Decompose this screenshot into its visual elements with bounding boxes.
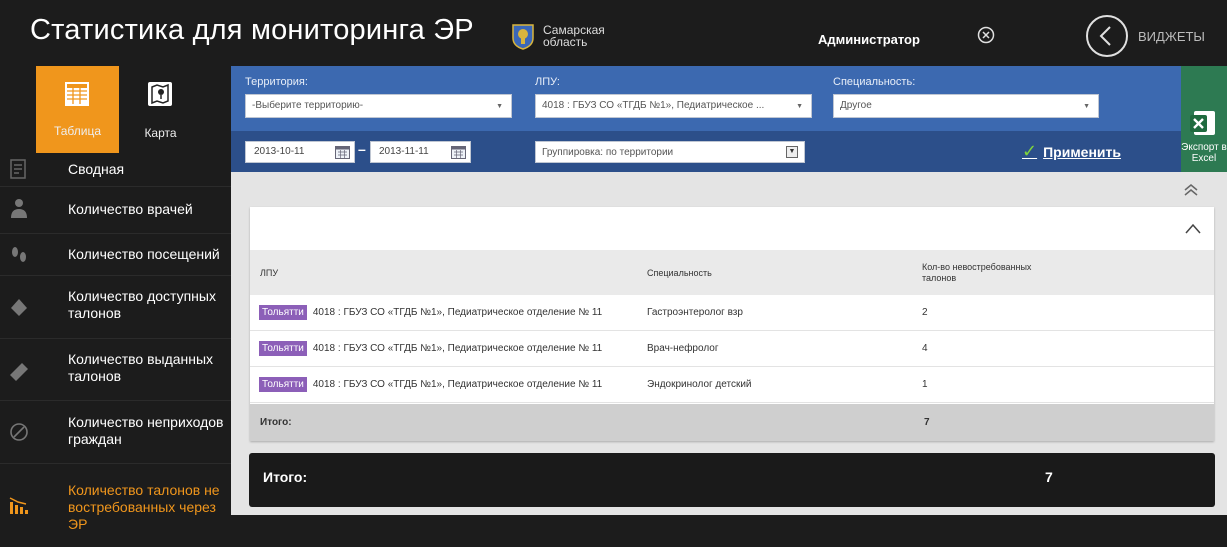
- grand-total-value: 7: [1045, 469, 1053, 485]
- territory-select[interactable]: -Выберите территорию- ▼: [245, 94, 512, 118]
- sidebar-item-issued-tickets[interactable]: Количество выданных талонов: [0, 339, 231, 401]
- specialty-cell: Врач-нефролог: [647, 343, 719, 354]
- sidebar-item-label: Количество неприходов граждан: [68, 414, 224, 447]
- sidebar-item-visits[interactable]: Количество посещений: [0, 234, 231, 276]
- city-badge: Тольятти: [259, 305, 307, 320]
- collapse-all-icon[interactable]: [1183, 182, 1199, 198]
- total-value: 7: [924, 417, 930, 428]
- lpu-cell: 4018 : ГБУЗ СО «ТГДБ №1», Педиатрическое…: [312, 379, 603, 390]
- specialty-value: Другое: [840, 100, 872, 111]
- tab-table[interactable]: Таблица: [36, 66, 119, 153]
- sidebar-item-summary[interactable]: Сводная: [0, 153, 231, 187]
- calendar-icon[interactable]: [451, 145, 466, 159]
- column-header-specialty[interactable]: Специальность: [647, 268, 712, 278]
- widgets-link[interactable]: ВИДЖЕТЫ: [1138, 29, 1205, 44]
- sidebar-item-label: Количество талонов не востребованных чер…: [68, 482, 220, 532]
- back-button[interactable]: [1086, 15, 1128, 57]
- table-row[interactable]: Тольятти 4018 : ГБУЗ СО «ТГДБ №1», Педиат…: [250, 331, 1214, 367]
- grouping-select[interactable]: Группировка: по территории ▼: [535, 141, 805, 163]
- table-icon: [65, 82, 89, 106]
- date-range-separator: –: [358, 141, 366, 157]
- sidebar-item-label: Количество посещений: [68, 246, 220, 262]
- doctor-icon: [11, 199, 27, 218]
- summary-icon: [10, 159, 26, 179]
- lpu-label: ЛПУ:: [535, 76, 560, 88]
- lpu-cell: 4018 : ГБУЗ СО «ТГДБ №1», Педиатрическое…: [312, 343, 603, 354]
- lpu-cell: 4018 : ГБУЗ СО «ТГДБ №1», Педиатрическое…: [312, 307, 603, 318]
- date-from-value: 2013-10-11: [254, 146, 305, 157]
- count-cell: 4: [922, 343, 928, 354]
- sidebar: Таблица Карта Сводная Количество врачей: [0, 66, 231, 547]
- table-header: ЛПУ Специальность Кол-во невостребованны…: [250, 250, 1214, 295]
- specialty-label: Специальность:: [833, 76, 916, 88]
- lpu-value: 4018 : ГБУЗ СО «ТГДБ №1», Педиатрическое…: [542, 100, 765, 111]
- count-cell: 1: [922, 379, 928, 390]
- date-from-field[interactable]: 2013-10-11: [245, 141, 355, 163]
- dropdown-arrow-icon: ▼: [1083, 103, 1090, 110]
- sidebar-item-no-shows[interactable]: Количество неприходов граждан: [0, 401, 231, 464]
- total-label: Итого:: [260, 417, 292, 428]
- app-title: Статистика для мониторинга ЭР: [30, 14, 474, 46]
- specialty-select[interactable]: Другое ▼: [833, 94, 1099, 118]
- count-cell: 2: [922, 307, 928, 318]
- apply-button[interactable]: ✓ Применить: [1022, 141, 1121, 162]
- unclaimed-chart-icon: [9, 497, 28, 514]
- export-label: Экспорт в Excel: [1181, 142, 1227, 164]
- sidebar-item-doctors[interactable]: Количество врачей: [0, 187, 231, 234]
- sidebar-item-unclaimed-tickets[interactable]: Количество талонов не востребованных чер…: [0, 464, 231, 542]
- logout-icon[interactable]: [977, 26, 995, 44]
- sidebar-nav: Сводная Количество врачей Количество пос…: [0, 153, 231, 542]
- bottom-strip: [231, 515, 1227, 547]
- specialty-cell: Гастроэнтеролог взр: [647, 307, 743, 318]
- date-to-value: 2013-11-11: [379, 146, 429, 157]
- city-badge: Тольятти: [259, 377, 307, 392]
- tab-map[interactable]: Карта: [119, 66, 202, 153]
- region-name: Самарская область: [543, 23, 605, 49]
- grand-total-label: Итого:: [263, 469, 308, 485]
- dropdown-arrow-icon: ▼: [786, 146, 798, 158]
- sidebar-item-label: Количество врачей: [68, 201, 193, 217]
- map-icon: [148, 82, 172, 106]
- ticket-issued-icon: [10, 363, 28, 381]
- date-to-field[interactable]: 2013-11-11: [370, 141, 471, 163]
- region-info: Самарская область: [511, 22, 613, 50]
- table-total-row: Итого: 7: [250, 404, 1214, 441]
- city-badge: Тольятти: [259, 341, 307, 356]
- dropdown-arrow-icon: ▼: [796, 103, 803, 110]
- excel-icon: [1190, 111, 1215, 135]
- lpu-select[interactable]: 4018 : ГБУЗ СО «ТГДБ №1», Педиатрическое…: [535, 94, 812, 118]
- ticket-icon: [11, 299, 27, 316]
- export-excel-button[interactable]: Экспорт в Excel: [1181, 66, 1227, 172]
- chevron-up-icon[interactable]: [1184, 220, 1202, 238]
- sidebar-item-available-tickets[interactable]: Количество доступных талонов: [0, 276, 231, 339]
- tab-table-label: Таблица: [53, 124, 102, 138]
- tab-map-label: Карта: [144, 126, 177, 140]
- region-emblem-icon: [512, 24, 534, 50]
- sidebar-item-label: Сводная: [68, 161, 125, 177]
- specialty-cell: Эндокринолог детский: [647, 379, 752, 390]
- no-show-icon: [10, 423, 28, 441]
- sidebar-item-label: Количество доступных талонов: [68, 288, 216, 321]
- user-name[interactable]: Администратор: [818, 32, 920, 47]
- column-header-lpu[interactable]: ЛПУ: [260, 268, 278, 278]
- app-header: Статистика для мониторинга ЭР Самарская …: [0, 0, 1227, 66]
- calendar-icon[interactable]: [335, 145, 350, 159]
- table-row[interactable]: Тольятти 4018 : ГБУЗ СО «ТГДБ №1», Педиат…: [250, 367, 1214, 403]
- sidebar-item-label: Количество выданных талонов: [68, 351, 214, 384]
- dropdown-arrow-icon: ▼: [496, 103, 503, 110]
- table-row[interactable]: Тольятти 4018 : ГБУЗ СО «ТГДБ №1», Педиат…: [250, 295, 1214, 331]
- grouping-value: Группировка: по территории: [542, 147, 674, 158]
- column-header-count[interactable]: Кол-во невостребованных талонов: [922, 262, 1062, 284]
- territory-label: Территория:: [245, 76, 308, 88]
- apply-label: Применить: [1043, 143, 1121, 160]
- footprints-icon: [12, 247, 26, 262]
- grand-total-bar: Итого: 7: [249, 453, 1215, 507]
- checkmark-icon: ✓: [1022, 141, 1038, 161]
- territory-value: -Выберите территорию-: [252, 100, 364, 111]
- chevron-left-icon: [1099, 26, 1111, 46]
